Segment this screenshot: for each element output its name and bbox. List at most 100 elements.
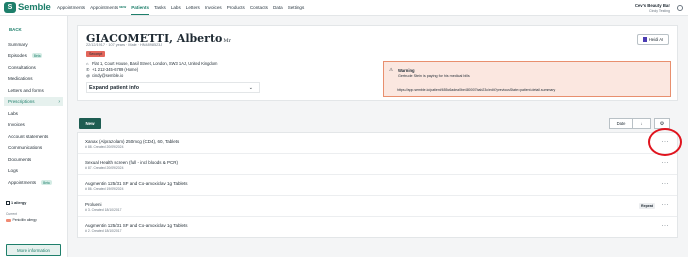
org-user: Cindy Testing bbox=[649, 9, 670, 13]
warning-text: Gertrude Stein is paying for his medical… bbox=[398, 74, 470, 78]
prescription-title: Augmentin 125/31 SF and Co-amoxiclav 1g … bbox=[85, 223, 188, 228]
sidebar-item-logs[interactable]: Logs bbox=[4, 166, 63, 175]
sidebar-item-communications[interactable]: Communications bbox=[4, 143, 63, 152]
expand-label: Expand patient info bbox=[89, 84, 140, 91]
prescription-title: Xanax (Alprazolam) 250mcg (CD4), 60, Tab… bbox=[85, 139, 180, 144]
repeat-badge: Repeat bbox=[639, 203, 655, 209]
logo-text: Semble bbox=[18, 2, 51, 13]
user-menu-icon[interactable] bbox=[677, 5, 683, 11]
semble-logo[interactable]: S Semble bbox=[4, 2, 54, 13]
list-item[interactable]: Prolueni # 3. Created 18/10/2017 Repeat … bbox=[78, 196, 677, 217]
heidi-label: Heidi AI bbox=[648, 37, 664, 42]
new-prescription-button[interactable]: New bbox=[79, 118, 101, 129]
patient-sidebar: BACK Summary Episodes Beta Consultations … bbox=[0, 16, 68, 257]
allergy-name: Penicillin allergy bbox=[12, 218, 37, 222]
heidi-ai-button[interactable]: Heidi AI bbox=[637, 34, 669, 45]
more-options-icon[interactable]: ··· bbox=[662, 202, 670, 208]
list-item[interactable]: Xanax (Alprazolam) 250mcg (CD4), 60, Tab… bbox=[78, 133, 677, 154]
phone-icon: ✆ bbox=[86, 67, 90, 72]
sidebar-item-episodes[interactable]: Episodes Beta bbox=[4, 51, 63, 60]
allergy-heading: 1 allergy bbox=[6, 201, 26, 205]
sidebar-item-consultations[interactable]: Consultations bbox=[4, 63, 63, 72]
patient-first-name: Alberto bbox=[176, 32, 223, 45]
expand-patient-info[interactable]: Expand patient info ⌄ bbox=[86, 82, 260, 93]
allergy-item: Penicillin allergy bbox=[6, 218, 37, 222]
nav-appointments-new-label: Appointments bbox=[90, 5, 119, 10]
patient-phone: ✆ +1 212-345-6789 (Home) bbox=[86, 67, 138, 72]
more-information-button[interactable]: More information bbox=[6, 244, 61, 256]
prescription-subtitle: # 87. Created 20/09/2024 bbox=[85, 166, 124, 170]
nav-letters[interactable]: Letters bbox=[186, 5, 200, 10]
nav-appointments-new[interactable]: AppointmentsNEW bbox=[90, 5, 126, 10]
heidi-icon bbox=[642, 37, 647, 42]
prescription-subtitle: # 86. Created 19/09/2024 bbox=[85, 187, 124, 191]
prescription-subtitle: # 3. Created 18/10/2017 bbox=[85, 208, 122, 212]
more-options-icon[interactable]: ··· bbox=[662, 223, 670, 229]
org-name: Cev's Beauty Bar bbox=[634, 3, 670, 8]
sidebar-item-medications[interactable]: Medications bbox=[4, 74, 63, 83]
warning-title: Warning bbox=[398, 68, 415, 73]
nav-appointments[interactable]: Appointments bbox=[57, 5, 85, 10]
sidebar-item-prescriptions[interactable]: Prescriptions › bbox=[4, 97, 63, 106]
highlight-circle-annotation bbox=[648, 128, 682, 156]
sidebar-item-letters-forms[interactable]: Letters and forms bbox=[4, 86, 63, 95]
chevron-down-icon: ⌄ bbox=[248, 84, 253, 91]
patient-email: @ cindy@semble.io bbox=[86, 73, 123, 78]
nav-patients[interactable]: Patients bbox=[131, 5, 149, 15]
allergy-severity-icon bbox=[6, 218, 11, 222]
prescription-title: Prolueni bbox=[85, 202, 102, 207]
patient-address: ⌂ Flat 1, Court House, Basil Street, Lond… bbox=[86, 61, 217, 66]
warning-link[interactable]: https://app.semble.io/patient/655c6adea0… bbox=[397, 88, 555, 92]
nav-settings[interactable]: Settings bbox=[288, 5, 305, 10]
prescriptions-list: Xanax (Alprazolam) 250mcg (CD4), 60, Tab… bbox=[77, 132, 678, 238]
sidebar-item-invoices[interactable]: Invoices bbox=[4, 120, 63, 129]
email-icon: @ bbox=[86, 73, 91, 78]
warning-icon: ⚠ bbox=[389, 67, 394, 72]
sidebar-item-documents[interactable]: Documents bbox=[4, 155, 63, 164]
chevron-right-icon: › bbox=[58, 98, 60, 105]
address-text: Flat 1, Court House, Basil Street, Londo… bbox=[92, 61, 218, 66]
beta-badge: Beta bbox=[41, 180, 52, 185]
sidebar-item-labs[interactable]: Labs bbox=[4, 109, 63, 118]
nav-contacts[interactable]: Contacts bbox=[250, 5, 268, 10]
top-navigation-bar: S Semble Appointments AppointmentsNEW Pa… bbox=[0, 0, 688, 16]
more-options-icon[interactable]: ··· bbox=[662, 181, 670, 187]
sidebar-item-label: Episodes bbox=[8, 53, 27, 58]
list-item[interactable]: Augmentin 125/31 SF and Co-amoxiclav 1g … bbox=[78, 217, 677, 238]
allergy-icon bbox=[6, 201, 10, 205]
list-item[interactable]: Augmentin 125/31 SF and Co-amoxiclav 1g … bbox=[78, 175, 677, 196]
prescription-subtitle: # 2. Created 18/10/2017 bbox=[85, 229, 122, 233]
nav-invoices[interactable]: Invoices bbox=[205, 5, 222, 10]
sidebar-item-account-statements[interactable]: Account statements bbox=[4, 132, 63, 141]
sidebar-item-label: Appointments bbox=[8, 180, 37, 185]
nav-labs[interactable]: Labs bbox=[171, 5, 181, 10]
sidebar-item-summary[interactable]: Summary bbox=[4, 40, 63, 49]
sort-direction-icon[interactable]: ↓ bbox=[633, 118, 651, 129]
email-text[interactable]: cindy@semble.io bbox=[92, 73, 123, 78]
nav-tasks[interactable]: Tasks bbox=[154, 5, 166, 10]
prescription-subtitle: # 88. Created 20/09/2024 bbox=[85, 145, 124, 149]
prescription-title: Augmentin 125/31 SF and Co-amoxiclav 1g … bbox=[85, 181, 188, 186]
prescription-title: Sexual Health screen (full - incl bloods… bbox=[85, 160, 179, 165]
sidebar-item-appointments[interactable]: Appointments Beta bbox=[4, 178, 63, 187]
sort-by-date-button[interactable]: Date bbox=[609, 118, 633, 129]
sidebar-item-label: Prescriptions bbox=[8, 99, 35, 104]
allergy-count: 1 allergy bbox=[11, 201, 27, 205]
more-options-icon[interactable]: ··· bbox=[662, 160, 670, 166]
beta-badge: Beta bbox=[31, 53, 43, 58]
new-badge: NEW bbox=[119, 5, 127, 9]
phone-text: +1 212-345-6789 (Home) bbox=[92, 67, 139, 72]
org-switcher[interactable]: Cev's Beauty Bar Cindy Testing bbox=[635, 3, 670, 13]
logo-mark-icon: S bbox=[4, 2, 16, 13]
home-icon: ⌂ bbox=[86, 61, 89, 66]
current-label: Current bbox=[6, 212, 17, 216]
back-link[interactable]: BACK bbox=[9, 27, 22, 32]
patient-meta: 22/12/1917 · 107 years · Male · HN489852… bbox=[86, 43, 163, 47]
nav-data[interactable]: Data bbox=[273, 5, 283, 10]
nav-products[interactable]: Products bbox=[227, 5, 245, 10]
main-nav: Appointments AppointmentsNEW Patients Ta… bbox=[57, 5, 309, 15]
patient-title: Mr bbox=[223, 38, 231, 44]
list-item[interactable]: Sexual Health screen (full - incl bloods… bbox=[78, 154, 677, 175]
warning-banner: ⚠ Warning Gertrude Stein is paying for h… bbox=[383, 61, 671, 97]
patient-label-badge: Seconpt bbox=[86, 51, 106, 57]
